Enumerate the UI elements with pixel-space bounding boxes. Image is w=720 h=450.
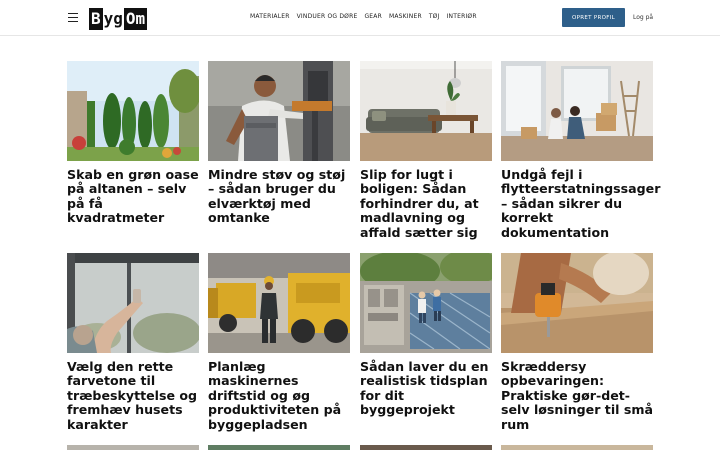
article-title[interactable]: Sådan laver du en realistisk tidsplan fo… [360,359,492,418]
article-thumbnail[interactable] [208,445,350,450]
article-card[interactable]: Skræddersy opbevaringen: Praktiske gør-d… [501,253,653,432]
article-card[interactable] [360,445,492,450]
logo-part-right: Om [123,8,148,30]
worker-drill-press-photo[interactable] [208,61,350,161]
create-profile-button[interactable]: OPRET PROFIL [562,8,625,27]
article-card[interactable]: Mindre støv og støj – sådan bruger du el… [208,61,350,226]
article-card[interactable]: Vælg den rette farvetone til træbeskytte… [67,253,199,432]
logo-part-left: B [89,8,103,30]
nav-item-interioer[interactable]: INTERIØR [447,13,477,20]
menu-icon[interactable] [68,13,78,22]
yellow-machinery-worker-photo[interactable] [208,253,350,353]
article-title[interactable]: Mindre støv og støj – sådan bruger du el… [208,167,350,226]
article-card[interactable]: Skab en grøn oase på altanen – selv på f… [67,61,199,226]
login-link[interactable]: Log på [633,14,653,21]
article-thumbnail[interactable] [360,445,492,450]
article-title[interactable]: Slip for lugt i boligen: Sådan forhindre… [360,167,492,240]
site-header: B yg Om MATERIALER VINDUER OG DØRE GEAR … [0,0,720,36]
nav-item-materialer[interactable]: MATERIALER [250,13,290,20]
article-title[interactable]: Planlæg maskinernes driftstid og øg prod… [208,359,350,432]
nav-item-toej[interactable]: TØJ [429,13,440,20]
nav-item-vinduer-og-doere[interactable]: VINDUER OG DØRE [297,13,358,20]
couple-moving-boxes-photo[interactable] [501,61,653,161]
nav-item-maskiner[interactable]: MASKINER [389,13,422,20]
article-thumbnail[interactable] [501,445,653,450]
article-card[interactable]: Sådan laver du en realistisk tidsplan fo… [360,253,492,418]
nav-item-gear[interactable]: GEAR [364,13,382,20]
article-card[interactable]: Slip for lugt i boligen: Sådan forhindre… [360,61,492,240]
main-nav: MATERIALER VINDUER OG DØRE GEAR MASKINER… [250,13,477,20]
article-title[interactable]: Vælg den rette farvetone til træbeskytte… [67,359,199,432]
article-thumbnail[interactable] [67,445,199,450]
construction-site-aerial-photo[interactable] [360,253,492,353]
article-card[interactable]: Undgå fejl i flytteerstatningssager – så… [501,61,660,240]
article-card[interactable] [501,445,653,450]
article-card[interactable]: Planlæg maskinernes driftstid og øg prod… [208,253,350,432]
article-title[interactable]: Undgå fejl i flytteerstatningssager – så… [501,167,660,240]
article-card[interactable] [208,445,350,450]
garden-terrace-photo[interactable] [67,61,199,161]
article-title[interactable]: Skab en grøn oase på altanen – selv på f… [67,167,199,226]
logo-part-mid: yg [103,9,123,28]
woodworking-drill-photo[interactable] [501,253,653,353]
site-logo[interactable]: B yg Om [89,8,148,30]
article-card[interactable] [67,445,199,450]
article-title[interactable]: Skræddersy opbevaringen: Praktiske gør-d… [501,359,653,432]
window-cleaning-photo[interactable] [67,253,199,353]
living-room-sofa-photo[interactable] [360,61,492,161]
